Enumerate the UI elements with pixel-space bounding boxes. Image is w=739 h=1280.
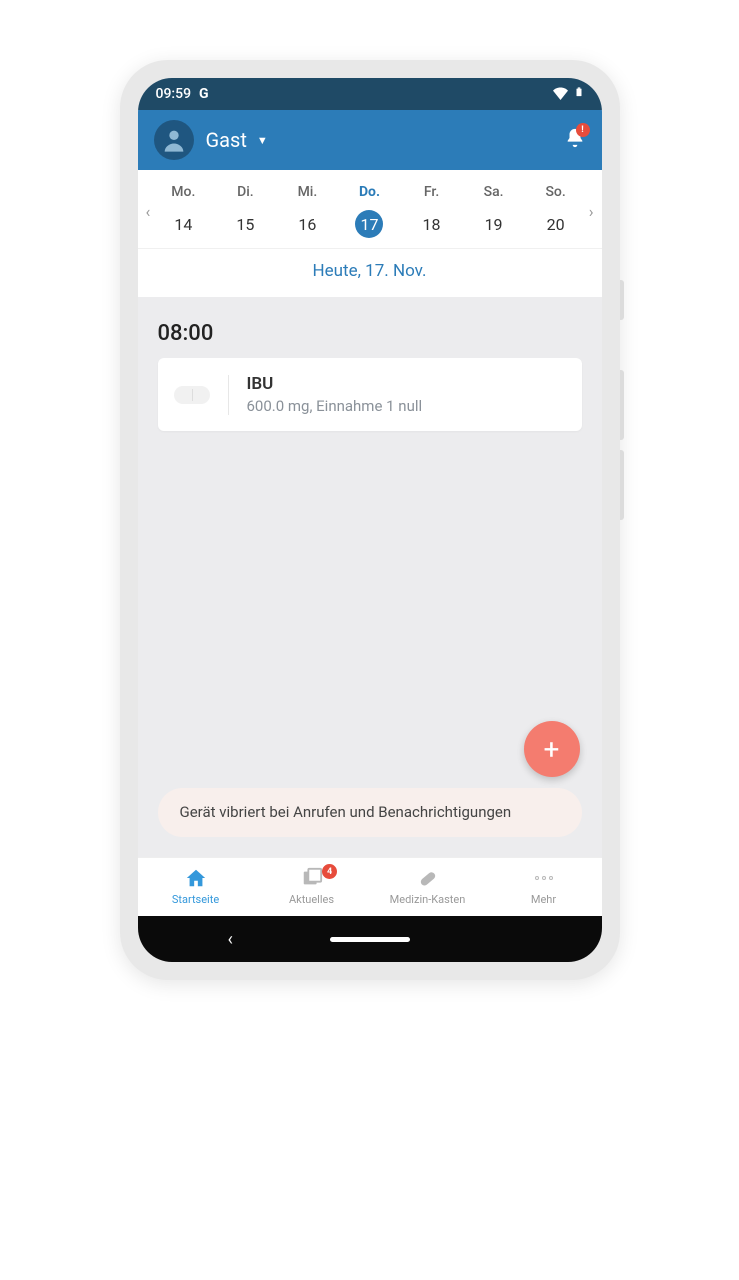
medication-detail: 600.0 mg, Einnahme 1 null [247, 397, 566, 415]
notifications-button[interactable]: ! [564, 127, 586, 153]
app-header: Gast ▼ ! [138, 110, 602, 170]
schedule-area: 08:00 IBU 600.0 mg, Einnahme 1 null + Ge… [138, 297, 602, 857]
day-label: Fr. [424, 184, 439, 200]
android-home-handle[interactable] [330, 937, 410, 942]
phone-frame: 09:59 G Gast ▼ [120, 60, 620, 980]
nav-label: Aktuelles [289, 893, 334, 906]
day-number: 18 [418, 210, 446, 238]
avatar [154, 120, 194, 160]
side-button [620, 370, 624, 440]
nav-medcabinet[interactable]: Medizin-Kasten [370, 866, 486, 906]
day-number: 16 [293, 210, 321, 238]
nav-label: Medizin-Kasten [390, 893, 466, 906]
week-prev-button[interactable]: ‹ [144, 202, 153, 221]
day-label: Sa. [484, 184, 504, 200]
profile-selector[interactable]: Gast ▼ [154, 120, 268, 160]
add-button[interactable]: + [524, 721, 580, 777]
day-number: 14 [169, 210, 197, 238]
capsule-icon [416, 866, 440, 890]
nav-news[interactable]: 4 Aktuelles [254, 866, 370, 906]
day-label: Do. [359, 184, 380, 200]
nav-more[interactable]: Mehr [486, 866, 602, 906]
status-bar: 09:59 G [138, 78, 602, 110]
side-button [620, 450, 624, 520]
wifi-icon [553, 85, 568, 104]
day-column[interactable]: Do. 17 [351, 184, 387, 238]
time-slot-label: 08:00 [158, 321, 582, 346]
day-number: 15 [231, 210, 259, 238]
day-label: So. [545, 184, 565, 200]
day-label: Mo. [171, 184, 195, 200]
week-calendar: ‹ Mo. 14 Di. 15 Mi. 16 Do. 17 Fr. 18 Sa. 19 So. 20 › [138, 170, 602, 249]
chevron-down-icon: ▼ [257, 134, 268, 147]
week-next-button[interactable]: › [587, 202, 596, 221]
day-label: Di. [237, 184, 254, 200]
medication-name: IBU [247, 374, 566, 394]
toast-text: Gerät vibriert bei Anrufen und Benachric… [180, 803, 512, 821]
day-number: 17 [355, 210, 383, 238]
nav-label: Startseite [172, 893, 219, 906]
more-icon [532, 866, 556, 890]
day-column[interactable]: Fr. 18 [414, 184, 450, 238]
day-column[interactable]: Sa. 19 [476, 184, 512, 238]
home-icon [184, 866, 208, 890]
bottom-nav: Startseite 4 Aktuelles Medizin-Kasten M [138, 857, 602, 916]
medication-card[interactable]: IBU 600.0 mg, Einnahme 1 null [158, 358, 582, 431]
battery-icon [574, 85, 584, 103]
day-column[interactable]: Di. 15 [227, 184, 263, 238]
nav-label: Mehr [531, 893, 556, 906]
status-indicator: G [199, 86, 209, 102]
nav-badge: 4 [322, 864, 337, 879]
day-column[interactable]: So. 20 [538, 184, 574, 238]
today-label: Heute, 17. Nov. [138, 249, 602, 297]
day-number: 20 [542, 210, 570, 238]
news-icon [300, 866, 324, 890]
android-back-button[interactable]: ‹ [228, 929, 233, 950]
side-button [620, 280, 624, 320]
day-label: Mi. [298, 184, 318, 200]
day-column[interactable]: Mo. 14 [165, 184, 201, 238]
profile-name-label: Gast [206, 128, 247, 152]
nav-home[interactable]: Startseite [138, 866, 254, 906]
plus-icon: + [544, 733, 560, 766]
toast-message: Gerät vibriert bei Anrufen und Benachric… [158, 788, 582, 837]
day-number: 19 [480, 210, 508, 238]
pill-icon [174, 386, 210, 404]
android-nav-bar: ‹ [138, 916, 602, 962]
notification-badge: ! [576, 123, 590, 137]
day-column[interactable]: Mi. 16 [289, 184, 325, 238]
divider [228, 375, 229, 415]
status-time: 09:59 [156, 86, 192, 102]
screen: 09:59 G Gast ▼ [138, 78, 602, 962]
